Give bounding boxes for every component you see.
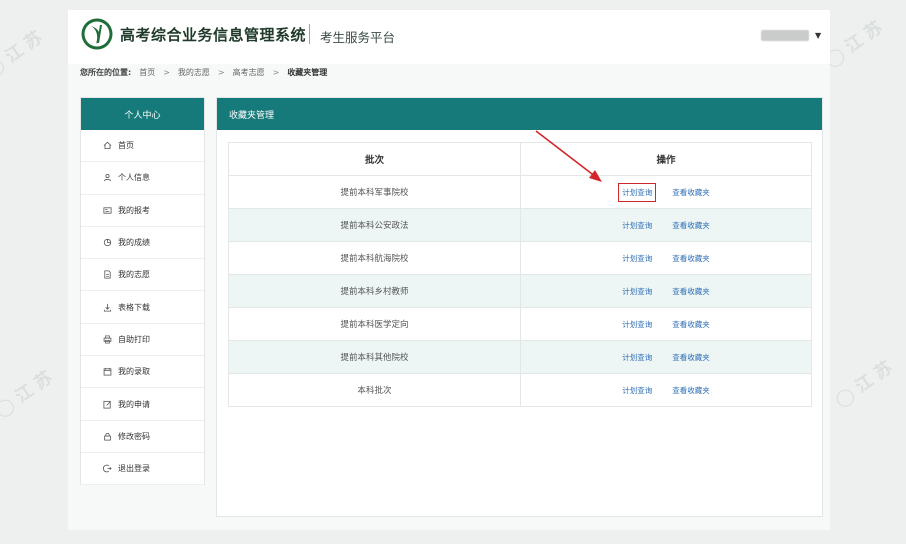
actions-cell: 计划查询 查看收藏夹: [520, 373, 812, 407]
pie-chart-icon: [103, 238, 112, 247]
table-header-row: 批次 操作: [228, 142, 812, 176]
breadcrumb-item-gaokao-wishes[interactable]: 高考志愿: [233, 67, 265, 78]
sidebar-item-downloads[interactable]: 表格下载: [81, 291, 204, 324]
batch-name-cell: 提前本科公安政法: [228, 208, 521, 242]
sidebar-item-profile[interactable]: 个人信息: [81, 162, 204, 195]
table-row: 提前本科医学定向 计划查询 查看收藏夹: [228, 307, 812, 341]
sidebar-item-scores[interactable]: 我的成绩: [81, 227, 204, 260]
table-row: 提前本科其他院校 计划查询 查看收藏夹: [228, 340, 812, 374]
batch-name-cell: 提前本科医学定向: [228, 307, 521, 341]
sidebar-item-label: 我的申请: [118, 399, 150, 409]
home-icon: [103, 141, 112, 150]
watermark: ◯ 江 苏: [0, 367, 57, 422]
sidebar-item-logout[interactable]: 退出登录: [81, 453, 204, 486]
sidebar: 个人中心 首页 个人信息 我的报考 我的成绩 我的志愿 表格下载 自助打印 我的…: [80, 97, 205, 486]
plan-query-link[interactable]: 计划查询: [622, 352, 652, 363]
batch-name-cell: 本科批次: [228, 373, 521, 407]
id-card-icon: [103, 206, 112, 215]
sidebar-title: 个人中心: [81, 98, 204, 130]
batch-name-cell: 提前本科乡村教师: [228, 274, 521, 308]
sidebar-item-label: 我的成绩: [118, 238, 150, 248]
breadcrumb: 您所在的位置: 首页 > 我的志愿 > 高考志愿 > 收藏夹管理: [80, 67, 327, 78]
sidebar-item-applications[interactable]: 我的申请: [81, 388, 204, 421]
logout-icon: [103, 464, 112, 473]
breadcrumb-separator: >: [217, 68, 225, 77]
table-row: 提前本科乡村教师 计划查询 查看收藏夹: [228, 274, 812, 308]
view-favorites-link[interactable]: 查看收藏夹: [672, 286, 710, 297]
printer-icon: [103, 335, 112, 344]
breadcrumb-separator: >: [163, 68, 170, 77]
lock-icon: [103, 432, 112, 441]
document-icon: [103, 270, 112, 279]
system-title: 高考综合业务信息管理系统: [120, 26, 307, 44]
caret-down-icon[interactable]: ▼: [815, 31, 821, 40]
breadcrumb-lead: 您所在的位置:: [80, 68, 132, 77]
sidebar-item-label: 我的录取: [118, 367, 150, 377]
sidebar-item-change-password[interactable]: 修改密码: [81, 421, 204, 453]
favorites-table: 批次 操作 提前本科军事院校 计划查询 查看收藏夹 提前本科公安政法 计划查询 查看收藏夹…: [228, 142, 812, 407]
view-favorites-link[interactable]: 查看收藏夹: [672, 220, 710, 231]
breadcrumb-item-my-wishes[interactable]: 我的志愿: [178, 67, 210, 78]
actions-cell: 计划查询 查看收藏夹: [520, 175, 812, 209]
breadcrumb-item-current: 收藏夹管理: [287, 68, 328, 77]
column-header-batch: 批次: [228, 142, 521, 176]
view-favorites-link[interactable]: 查看收藏夹: [672, 352, 710, 363]
content-title: 收藏夹管理: [217, 98, 822, 130]
plan-query-link[interactable]: 计划查询: [622, 319, 652, 330]
actions-cell: 计划查询 查看收藏夹: [520, 307, 812, 341]
actions-cell: 计划查询 查看收藏夹: [520, 241, 812, 275]
watermark: ◯ 江 苏: [0, 27, 47, 82]
table-row: 提前本科公安政法 计划查询 查看收藏夹: [228, 208, 812, 242]
actions-cell: 计划查询 查看收藏夹: [520, 340, 812, 374]
sidebar-item-admission[interactable]: 我的录取: [81, 356, 204, 389]
title-divider: [309, 24, 310, 44]
sidebar-item-wishes[interactable]: 我的志愿: [81, 259, 204, 292]
view-favorites-link[interactable]: 查看收藏夹: [672, 187, 710, 198]
batch-name-cell: 提前本科其他院校: [228, 340, 521, 374]
sidebar-item-label: 我的志愿: [118, 270, 150, 280]
view-favorites-link[interactable]: 查看收藏夹: [672, 319, 710, 330]
calendar-icon: [103, 367, 112, 376]
edit-icon: [103, 400, 112, 409]
sidebar-item-label: 首页: [118, 141, 134, 151]
user-name[interactable]: 用户: [761, 30, 809, 41]
plan-query-link[interactable]: 计划查询: [622, 286, 652, 297]
batch-name-cell: 提前本科航海院校: [228, 241, 521, 275]
plan-query-link[interactable]: 计划查询: [618, 182, 657, 202]
table-row: 提前本科军事院校 计划查询 查看收藏夹: [228, 175, 812, 209]
sidebar-item-home[interactable]: 首页: [81, 130, 204, 163]
breadcrumb-item-home[interactable]: 首页: [139, 67, 155, 78]
column-header-actions: 操作: [520, 142, 812, 176]
logo-icon: [80, 17, 114, 51]
actions-cell: 计划查询 查看收藏夹: [520, 208, 812, 242]
content-panel: 收藏夹管理 批次 操作 提前本科军事院校 计划查询 查看收藏夹 提前本科公安政法 计划查…: [216, 97, 823, 517]
sidebar-item-label: 自助打印: [118, 334, 150, 344]
sidebar-item-label: 个人信息: [118, 173, 150, 183]
actions-cell: 计划查询 查看收藏夹: [520, 274, 812, 308]
sidebar-item-registration[interactable]: 我的报考: [81, 195, 204, 227]
plan-query-link[interactable]: 计划查询: [622, 385, 652, 396]
download-icon: [103, 303, 112, 312]
watermark: ◯ 江 苏: [831, 357, 897, 412]
plan-query-link[interactable]: 计划查询: [622, 220, 652, 231]
view-favorites-link[interactable]: 查看收藏夹: [672, 253, 710, 264]
plan-query-link[interactable]: 计划查询: [622, 253, 652, 264]
table-row: 本科批次 计划查询 查看收藏夹: [228, 373, 812, 407]
sidebar-item-label: 表格下载: [118, 302, 150, 312]
user-menu[interactable]: 用户 ▼: [761, 30, 821, 41]
sidebar-item-label: 修改密码: [118, 431, 150, 441]
view-favorites-link[interactable]: 查看收藏夹: [672, 385, 710, 396]
sidebar-item-label: 退出登录: [118, 464, 150, 474]
sidebar-item-print[interactable]: 自助打印: [81, 324, 204, 357]
batch-name-cell: 提前本科军事院校: [228, 175, 521, 209]
breadcrumb-separator: >: [272, 68, 280, 77]
sidebar-item-label: 我的报考: [118, 205, 150, 215]
table-row: 提前本科航海院校 计划查询 查看收藏夹: [228, 241, 812, 275]
system-subtitle: 考生服务平台: [320, 30, 396, 45]
user-icon: [103, 173, 112, 182]
